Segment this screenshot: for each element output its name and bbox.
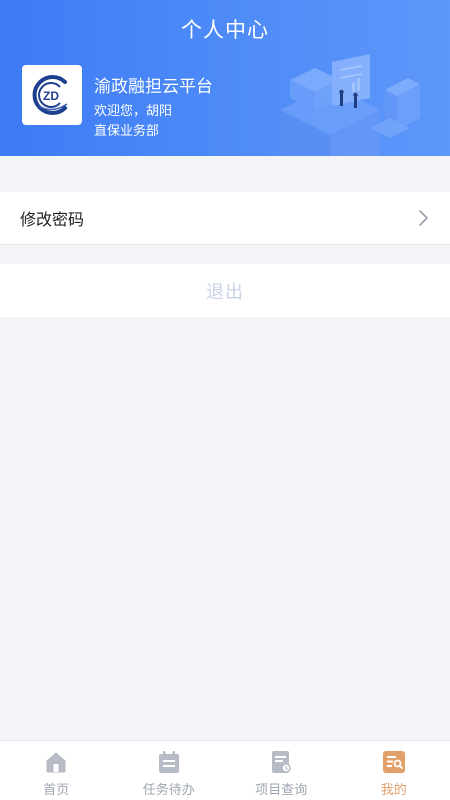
change-password-item[interactable]: 修改密码 xyxy=(0,192,450,245)
office-illustration xyxy=(280,54,420,156)
tab-home[interactable]: 首页 xyxy=(0,741,113,800)
tab-mine-label: 我的 xyxy=(380,783,407,798)
tab-home-label: 首页 xyxy=(43,783,70,798)
chevron-right-icon xyxy=(419,210,428,226)
welcome-text: 欢迎您，胡阳 xyxy=(94,104,173,119)
home-icon xyxy=(46,752,66,773)
department-text: 直保业务部 xyxy=(94,124,160,139)
tab-project-search-label: 项目查询 xyxy=(255,783,308,798)
logout-button[interactable]: 退出 xyxy=(0,264,450,317)
profile-icon xyxy=(382,751,405,773)
bottom-tab-bar: 首页 任务待办 项目查询 我的 xyxy=(0,740,450,800)
tab-tasks-label: 任务待办 xyxy=(142,783,195,798)
zd-logo-icon: ZD xyxy=(32,75,68,115)
org-logo: ZD xyxy=(22,65,82,125)
screen: 个人中心 ZD 渝政融担云平台 欢迎您，胡阳 直保业务部 修改密码 退出 首页 … xyxy=(0,0,450,800)
logout-label: 退出 xyxy=(206,281,244,303)
profile-header: 个人中心 ZD 渝政融担云平台 欢迎您，胡阳 直保业务部 xyxy=(0,0,450,156)
tab-project-search[interactable]: 项目查询 xyxy=(225,741,338,800)
page-title: 个人中心 xyxy=(181,18,269,42)
tab-tasks[interactable]: 任务待办 xyxy=(113,741,226,800)
org-name: 渝政融担云平台 xyxy=(94,77,213,97)
document-search-icon xyxy=(272,751,291,773)
logo-text: ZD xyxy=(43,89,59,103)
tab-mine[interactable]: 我的 xyxy=(338,741,450,800)
calendar-icon xyxy=(158,751,179,773)
change-password-label: 修改密码 xyxy=(20,210,85,229)
